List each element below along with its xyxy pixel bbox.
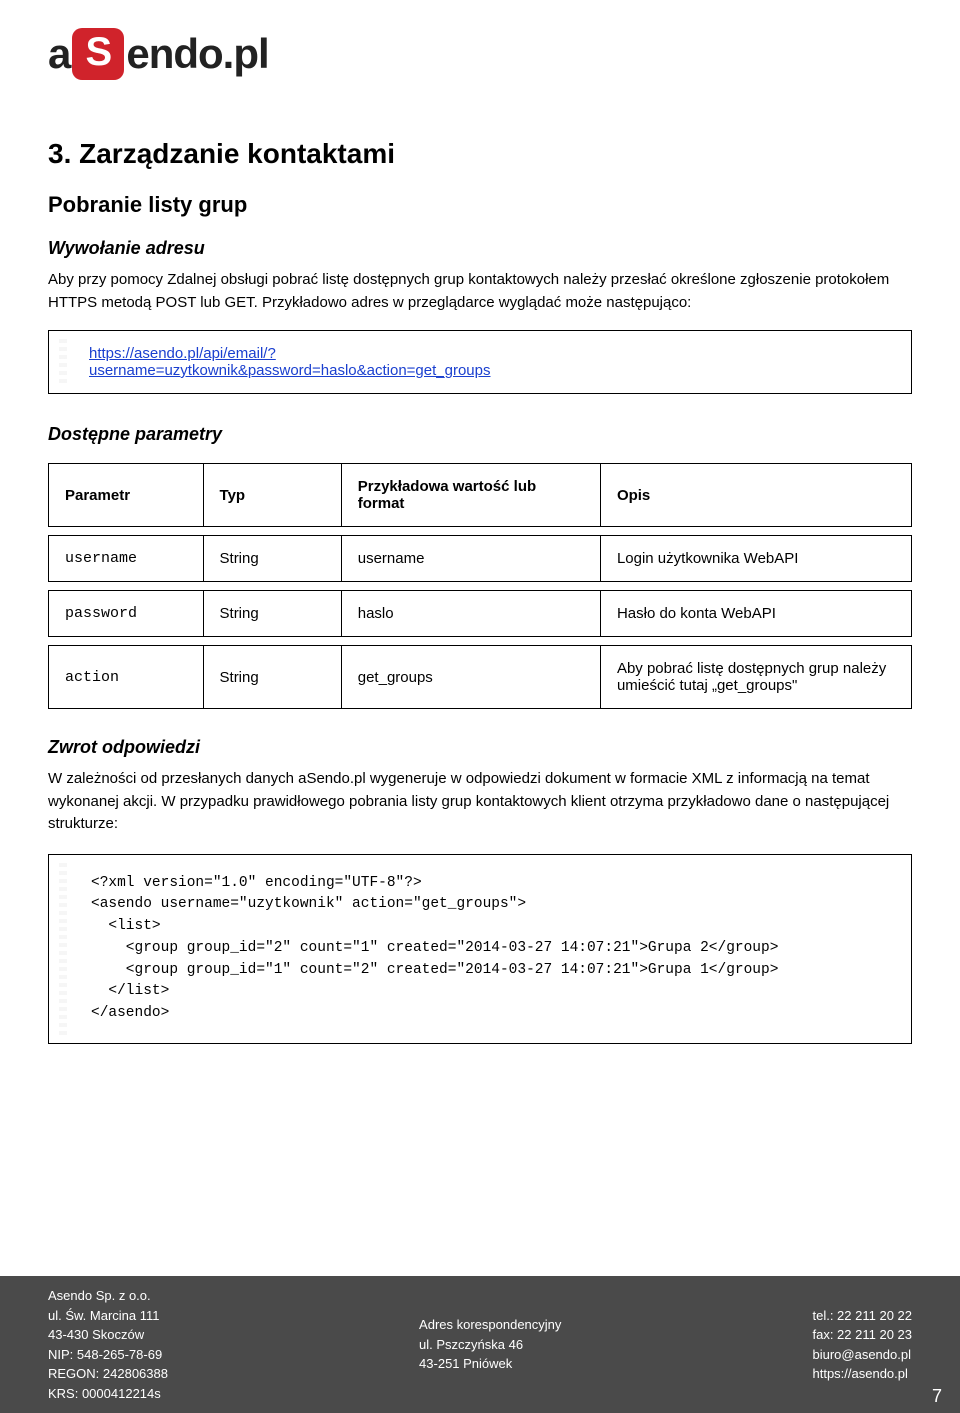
logo-suffix: endo.pl [126,30,268,78]
cell-type: String [204,590,342,637]
params-heading: Dostępne parametry [48,424,912,445]
cell-type: String [204,645,342,709]
footer-middle: Adres korespondencyjny ul. Pszczyńska 46… [419,1315,561,1374]
parameters-table: Parametr Typ Przykładowa wartość lub for… [48,455,912,717]
url-line-2[interactable]: username=uzytkownik&password=haslo&actio… [89,362,897,379]
cell-desc: Hasło do konta WebAPI [601,590,912,637]
cell-param: username [48,535,204,582]
cell-desc: Aby pobrać listę dostępnych grup należy … [601,645,912,709]
response-paragraph: W zależności od przesłanych danych aSend… [48,768,912,836]
logo-prefix: a [48,30,70,78]
th-opis: Opis [601,463,912,527]
footer-right: tel.: 22 211 20 22 fax: 22 211 20 23 biu… [812,1306,912,1384]
th-typ: Typ [204,463,342,527]
table-header-row: Parametr Typ Przykładowa wartość lub for… [48,463,912,527]
th-przyklad: Przykładowa wartość lub format [342,463,601,527]
cell-param: password [48,590,204,637]
page-number: 7 [932,1386,942,1407]
cell-param: action [48,645,204,709]
xml-example-box: <?xml version="1.0" encoding="UTF-8"?> <… [48,854,912,1044]
table-row: password String haslo Hasło do konta Web… [48,590,912,637]
brand-logo: a S endo.pl [48,28,912,80]
footer-left: Asendo Sp. z o.o. ul. Św. Marcina 111 43… [48,1286,168,1403]
cell-example: username [342,535,601,582]
cell-desc: Login użytkownika WebAPI [601,535,912,582]
call-heading: Wywołanie adresu [48,238,912,259]
cell-type: String [204,535,342,582]
table-row: username String username Login użytkowni… [48,535,912,582]
section-title: 3. Zarządzanie kontaktami [48,138,912,170]
response-heading: Zwrot odpowiedzi [48,737,912,758]
call-paragraph: Aby przy pomocy Zdalnej obsługi pobrać l… [48,269,912,314]
th-parametr: Parametr [48,463,204,527]
url-line-1[interactable]: https://asendo.pl/api/email/? [89,345,897,362]
cell-example: haslo [342,590,601,637]
sub-title: Pobranie listy grup [48,192,912,218]
url-example-box: https://asendo.pl/api/email/? username=u… [48,330,912,394]
logo-badge: S [72,28,124,80]
page-footer: Asendo Sp. z o.o. ul. Św. Marcina 111 43… [0,1276,960,1413]
table-row: action String get_groups Aby pobrać list… [48,645,912,709]
cell-example: get_groups [342,645,601,709]
